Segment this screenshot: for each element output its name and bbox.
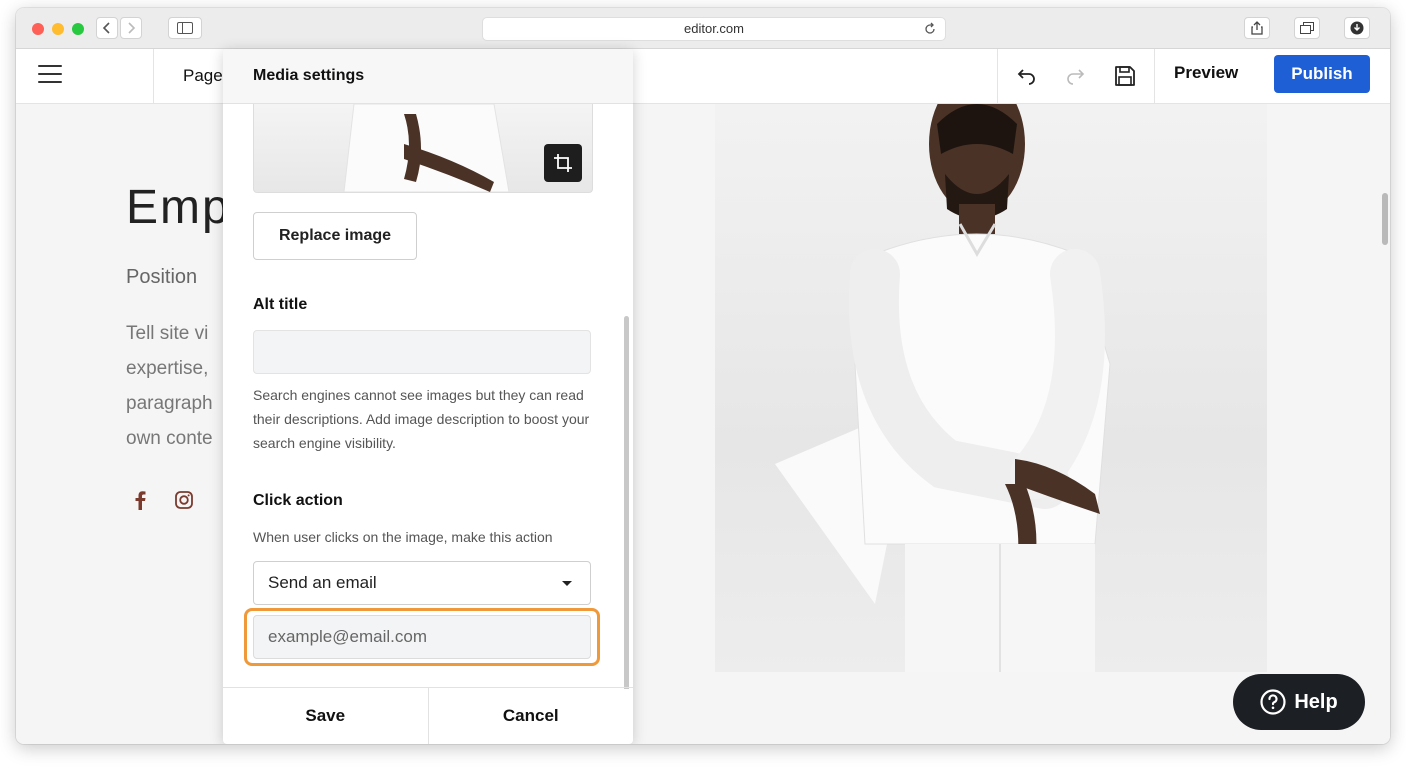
crop-button[interactable] — [544, 144, 582, 182]
reload-icon — [925, 22, 935, 34]
page-scrollbar[interactable] — [1382, 193, 1388, 245]
page-selector[interactable]: Page — [183, 66, 223, 86]
redo-button[interactable] — [1062, 63, 1088, 89]
toolbar-divider — [1154, 49, 1155, 103]
save-icon — [1115, 66, 1135, 86]
instagram-icon[interactable] — [174, 490, 194, 510]
preview-button[interactable]: Preview — [1174, 63, 1238, 83]
share-button[interactable] — [1244, 17, 1270, 39]
email-field[interactable] — [253, 615, 591, 659]
url-text: editor.com — [684, 21, 744, 36]
publish-button[interactable]: Publish — [1274, 55, 1370, 93]
sidebar-toggle-button[interactable] — [168, 17, 202, 39]
panel-title: Media settings — [253, 67, 365, 84]
close-window-button[interactable] — [32, 23, 44, 35]
crop-icon — [554, 154, 572, 172]
undo-icon — [1017, 69, 1035, 85]
redo-icon — [1067, 69, 1085, 85]
back-button[interactable] — [96, 17, 118, 39]
tabs-icon — [1300, 22, 1314, 34]
address-bar[interactable]: editor.com — [482, 17, 946, 41]
tabs-button[interactable] — [1294, 17, 1320, 39]
help-button[interactable]: Help — [1233, 674, 1365, 730]
employee-photo[interactable] — [715, 104, 1267, 672]
save-button[interactable]: Save — [223, 688, 429, 744]
alt-title-input[interactable] — [253, 330, 591, 374]
image-thumbnail — [253, 104, 593, 193]
download-icon — [1350, 21, 1364, 35]
menu-icon — [38, 65, 62, 83]
alt-title-label: Alt title — [253, 296, 308, 313]
save-page-button[interactable] — [1112, 63, 1138, 89]
panel-footer: Save Cancel — [223, 687, 633, 744]
panel-body: Replace image Alt title Search engines c… — [223, 104, 633, 689]
employee-position[interactable]: Position — [126, 266, 197, 289]
thumbnail-image — [343, 104, 510, 192]
chevron-down-icon — [562, 581, 572, 586]
alt-title-hint: Search engines cannot see images but the… — [253, 387, 590, 451]
menu-button[interactable] — [38, 65, 62, 87]
forward-button[interactable] — [120, 17, 142, 39]
cancel-button[interactable]: Cancel — [429, 688, 634, 744]
zoom-window-button[interactable] — [72, 23, 84, 35]
click-action-label: Click action — [253, 492, 343, 509]
toolbar-divider — [153, 49, 154, 103]
click-action-select[interactable]: Send an email — [253, 561, 591, 605]
browser-window: editor.com Page Preview Publish Emp Posi… — [16, 8, 1390, 744]
help-icon — [1260, 689, 1286, 715]
media-settings-panel: Media settings Replace image Alt title S… — [223, 49, 633, 744]
downloads-button[interactable] — [1344, 17, 1370, 39]
panel-header: Media settings — [223, 49, 633, 104]
forward-icon — [128, 22, 136, 34]
undo-button[interactable] — [1014, 63, 1040, 89]
share-icon — [1251, 21, 1263, 35]
employee-name-heading[interactable]: Emp — [126, 180, 231, 235]
click-action-hint: When user clicks on the image, make this… — [253, 529, 553, 545]
toolbar-divider — [997, 49, 998, 103]
sidebar-icon — [177, 22, 193, 34]
help-label: Help — [1294, 690, 1338, 713]
click-action-value: Send an email — [268, 573, 377, 592]
facebook-icon[interactable] — [134, 490, 146, 510]
panel-scrollbar[interactable] — [624, 316, 629, 689]
reload-button[interactable] — [923, 21, 937, 43]
replace-image-button[interactable]: Replace image — [253, 212, 417, 260]
person-photo-illustration — [775, 104, 1111, 672]
back-icon — [102, 22, 110, 34]
social-links — [134, 490, 194, 510]
minimize-window-button[interactable] — [52, 23, 64, 35]
browser-chrome: editor.com — [16, 8, 1390, 49]
